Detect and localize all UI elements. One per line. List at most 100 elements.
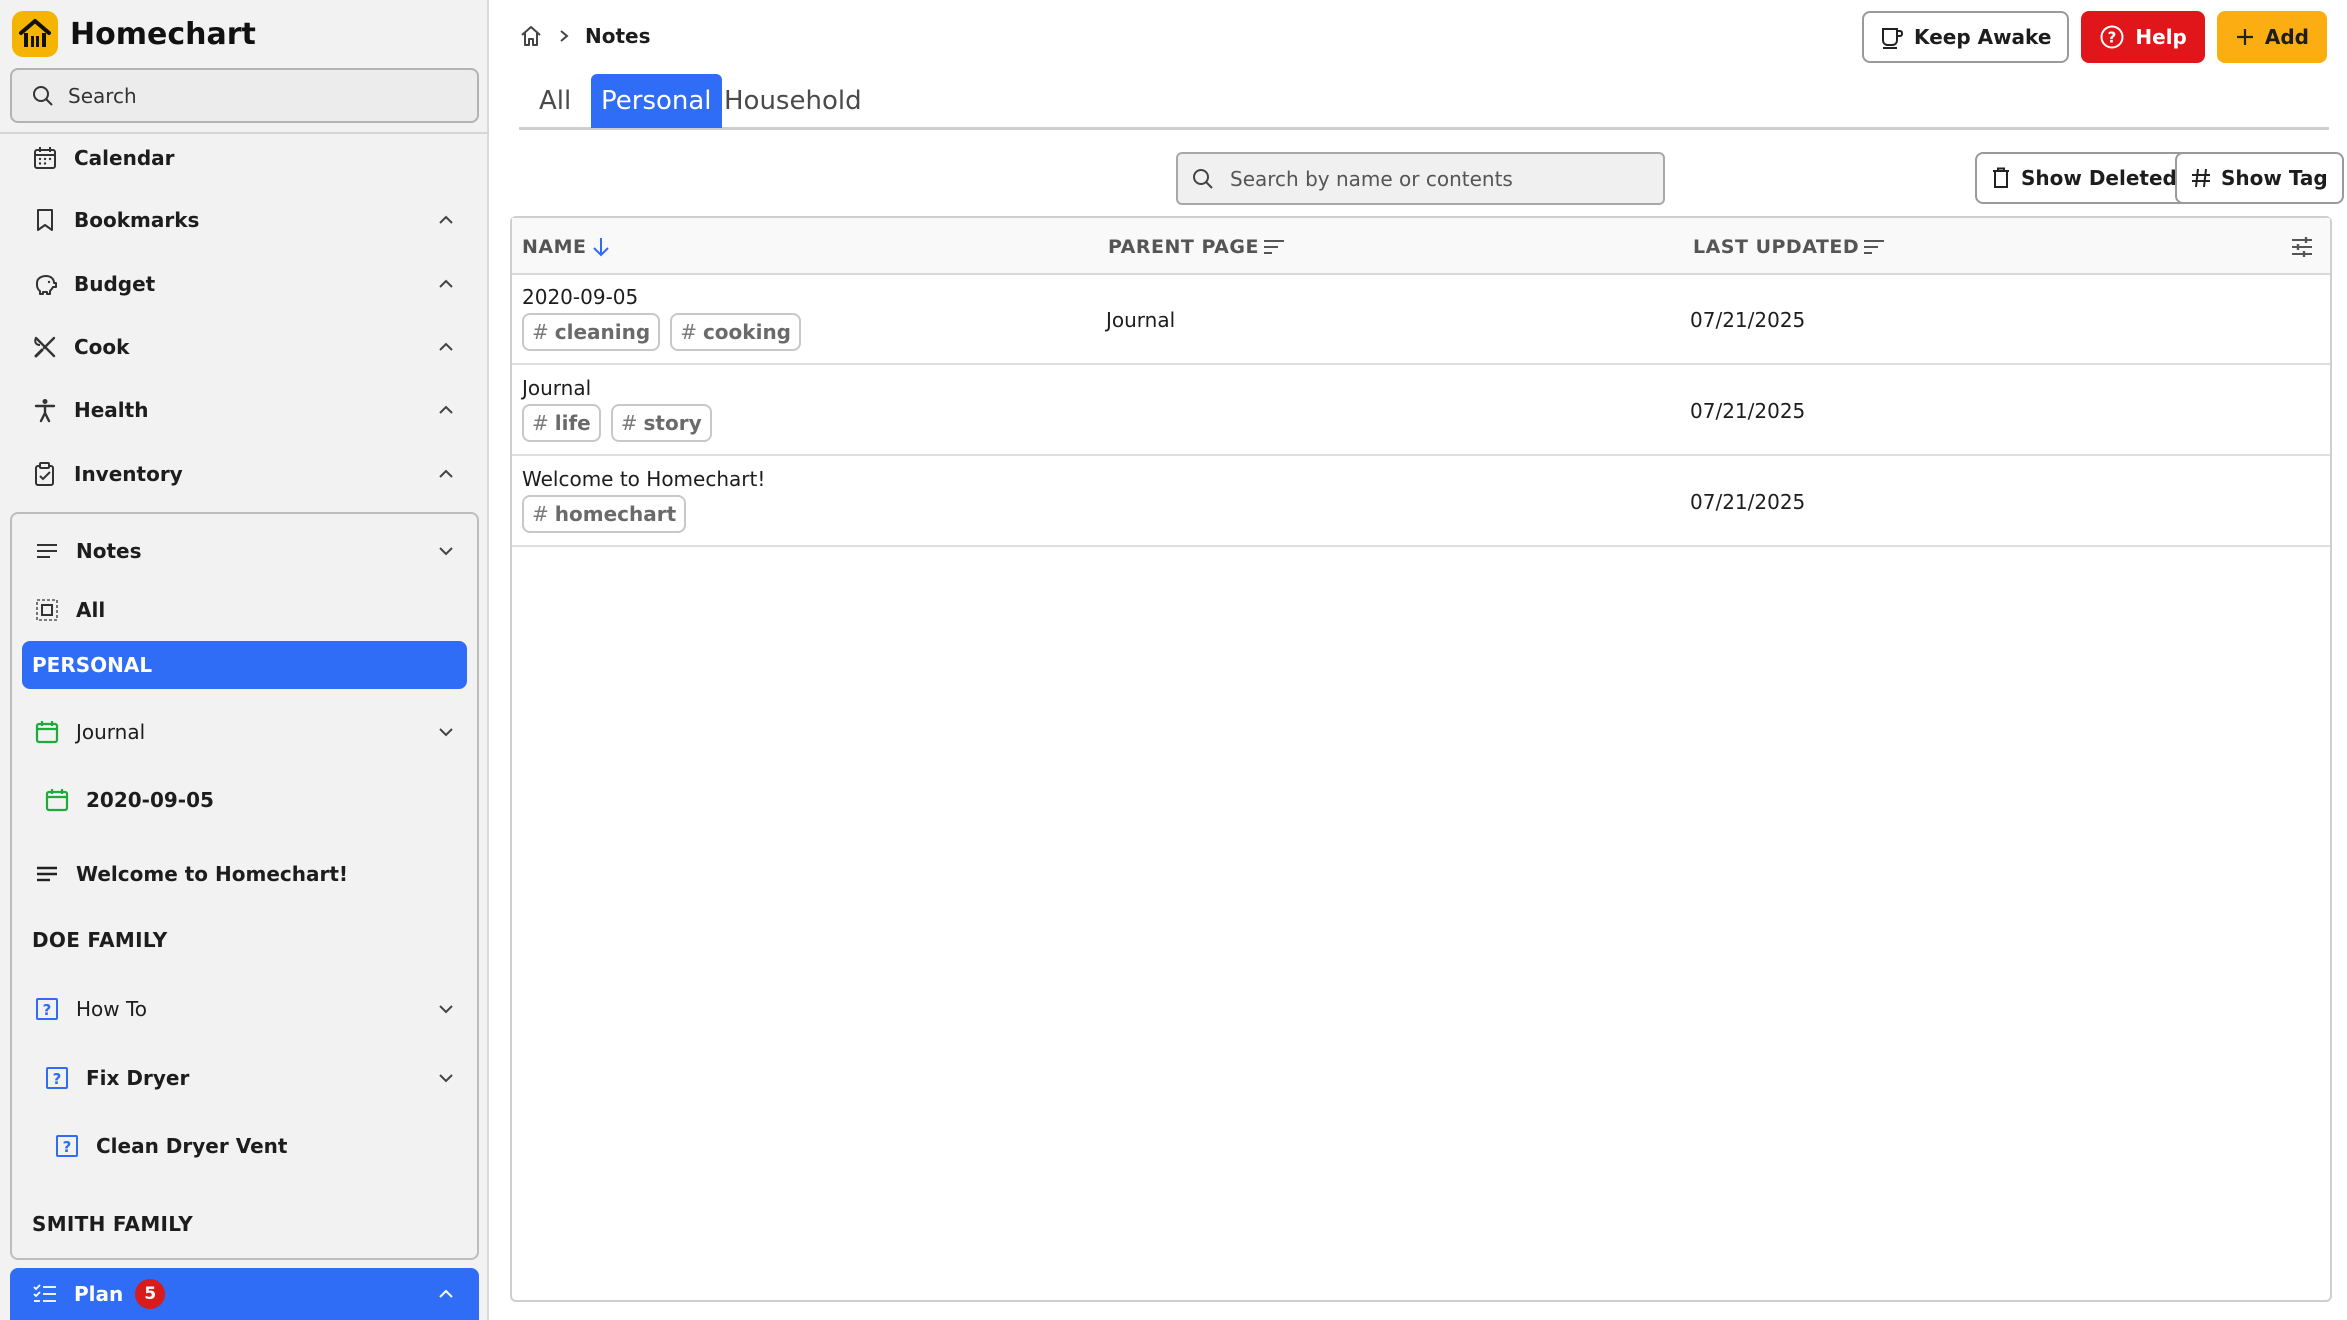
- chevron-down-icon[interactable]: [437, 1069, 455, 1087]
- question-box-icon: ?: [46, 1067, 68, 1089]
- sidebar-item-budget[interactable]: Budget: [10, 258, 479, 310]
- keep-awake-button[interactable]: Keep Awake: [1862, 11, 2070, 63]
- chevron-right-icon: [560, 30, 569, 42]
- search-placeholder: Search by name or contents: [1230, 166, 1513, 191]
- sidebar-item-plan[interactable]: Plan 5: [10, 1268, 479, 1320]
- breadcrumb-current: Notes: [585, 24, 651, 48]
- tab-all[interactable]: All: [529, 74, 581, 128]
- table-row[interactable]: Welcome to Homechart! # homechart 07/21/2…: [512, 457, 2330, 547]
- header-actions: Keep Awake ? Help Add: [1862, 11, 2327, 63]
- checklist-icon: [33, 1284, 56, 1302]
- sidebar-item-clean-dryer-vent[interactable]: ? Clean Dryer Vent: [12, 1121, 477, 1171]
- add-label: Add: [2264, 25, 2309, 49]
- brand[interactable]: Homechart: [12, 10, 256, 58]
- tag-chip[interactable]: # life: [522, 404, 601, 442]
- table-row[interactable]: 2020-09-05 # cleaning # cooking Journal 07…: [512, 275, 2330, 365]
- sidebar-item-health[interactable]: Health: [10, 384, 479, 436]
- tab-household[interactable]: Household: [714, 74, 872, 128]
- plus-icon: [2236, 29, 2253, 45]
- sidebar-item-welcome[interactable]: Welcome to Homechart!: [12, 849, 477, 899]
- svg-text:?: ?: [2108, 29, 2117, 47]
- sidebar-item-label: Plan: [74, 1282, 124, 1306]
- question-box-icon: ?: [36, 998, 58, 1020]
- column-header-last-updated[interactable]: LAST UPDATED: [1693, 218, 1885, 275]
- app-name: Homechart: [70, 16, 256, 52]
- notes-search-input[interactable]: Search by name or contents: [1176, 152, 1665, 205]
- tag-label: story: [643, 411, 702, 435]
- table-row[interactable]: Journal # life # story 07/21/2025: [512, 366, 2330, 456]
- chevron-up-icon[interactable]: [437, 338, 455, 356]
- chevron-up-icon[interactable]: [437, 211, 455, 229]
- notes-lines-icon: [37, 866, 57, 882]
- hashtag-icon: #: [532, 320, 549, 344]
- clipboard-icon: [35, 462, 54, 486]
- sidebar-group-personal[interactable]: PERSONAL: [22, 641, 467, 689]
- chevron-up-icon[interactable]: [437, 401, 455, 419]
- sidebar-item-journal[interactable]: Journal: [12, 707, 477, 757]
- bookmark-icon: [37, 209, 53, 231]
- tag-chip[interactable]: # homechart: [522, 495, 687, 533]
- help-button[interactable]: ? Help: [2081, 11, 2205, 63]
- column-header-parent-page[interactable]: PARENT PAGE: [1108, 218, 1285, 275]
- column-settings-icon[interactable]: [2290, 235, 2314, 259]
- sidebar-item-label: Clean Dryer Vent: [96, 1134, 288, 1158]
- chevron-up-icon[interactable]: [437, 465, 455, 483]
- row-last-updated: 07/21/2025: [1690, 399, 1806, 423]
- sidebar-item-inventory[interactable]: Inventory: [10, 448, 479, 500]
- sidebar-item-label: Journal: [76, 720, 146, 744]
- sidebar-group-smith-family[interactable]: SMITH FAMILY: [32, 1212, 193, 1236]
- search-icon: [1193, 168, 1213, 189]
- row-parent-page[interactable]: Journal: [1106, 308, 1175, 332]
- sidebar-search[interactable]: Search: [10, 68, 479, 123]
- tag-label: cleaning: [554, 320, 651, 344]
- row-tags: # homechart: [522, 495, 687, 533]
- keep-awake-label: Keep Awake: [1914, 25, 2052, 49]
- question-box-icon: ?: [56, 1135, 78, 1157]
- sidebar-item-label: Calendar: [74, 146, 175, 170]
- sidebar-item-bookmarks[interactable]: Bookmarks: [10, 194, 479, 246]
- breadcrumb: Notes: [519, 18, 651, 54]
- sidebar-item-how-to[interactable]: ? How To: [12, 984, 477, 1034]
- add-button[interactable]: Add: [2216, 11, 2327, 63]
- tag-chip[interactable]: # cleaning: [522, 313, 661, 351]
- hashtag-icon: #: [532, 502, 549, 526]
- column-header-name[interactable]: NAME: [522, 218, 611, 275]
- sort-lines-icon: [1263, 239, 1284, 254]
- sidebar-item-notes[interactable]: Notes: [12, 526, 477, 576]
- sort-arrow-down-icon: [592, 237, 609, 256]
- calendar-green-icon: [35, 721, 59, 744]
- show-tag-label: Show Tag: [2221, 166, 2328, 190]
- show-deleted-label: Show Deleted: [2021, 166, 2177, 190]
- row-tags: # life # story: [522, 404, 712, 442]
- home-icon[interactable]: [519, 24, 543, 48]
- show-tag-button[interactable]: Show Tag: [2175, 152, 2344, 204]
- notes-lines-icon: [37, 544, 57, 558]
- hashtag-icon: [2192, 168, 2210, 188]
- tag-chip[interactable]: # story: [610, 404, 712, 442]
- sidebar-item-notes-all[interactable]: All: [12, 585, 477, 635]
- show-deleted-button[interactable]: Show Deleted: [1975, 152, 2193, 204]
- tab-personal[interactable]: Personal: [591, 74, 722, 128]
- row-name: Welcome to Homechart!: [522, 467, 766, 491]
- sidebar-item-cook[interactable]: Cook: [10, 321, 479, 373]
- chevron-down-icon[interactable]: [437, 542, 455, 560]
- chevron-down-icon[interactable]: [437, 1000, 455, 1018]
- svg-text:?: ?: [43, 1001, 52, 1019]
- chevron-down-icon[interactable]: [437, 723, 455, 741]
- sidebar-item-2020-09-05[interactable]: 2020-09-05: [12, 775, 477, 825]
- notes-tabs: All Personal Household: [519, 72, 2329, 130]
- table-header: NAME PARENT PAGE LAST UPDATED: [512, 218, 2330, 275]
- sidebar-item-label: All: [76, 598, 106, 622]
- sidebar-item-calendar[interactable]: Calendar: [10, 132, 479, 184]
- chevron-up-icon[interactable]: [437, 1285, 455, 1303]
- person-icon: [34, 399, 56, 423]
- sidebar-item-fix-dryer[interactable]: ? Fix Dryer: [12, 1053, 477, 1103]
- row-last-updated: 07/21/2025: [1690, 308, 1806, 332]
- utensils-icon: [34, 336, 56, 358]
- sidebar-item-label: 2020-09-05: [86, 788, 214, 812]
- sidebar-group-doe-family[interactable]: DOE FAMILY: [32, 928, 168, 952]
- chevron-up-icon[interactable]: [437, 275, 455, 293]
- sidebar-item-label: Bookmarks: [74, 208, 200, 232]
- homechart-logo-icon: [12, 11, 58, 57]
- tag-chip[interactable]: # cooking: [670, 313, 801, 351]
